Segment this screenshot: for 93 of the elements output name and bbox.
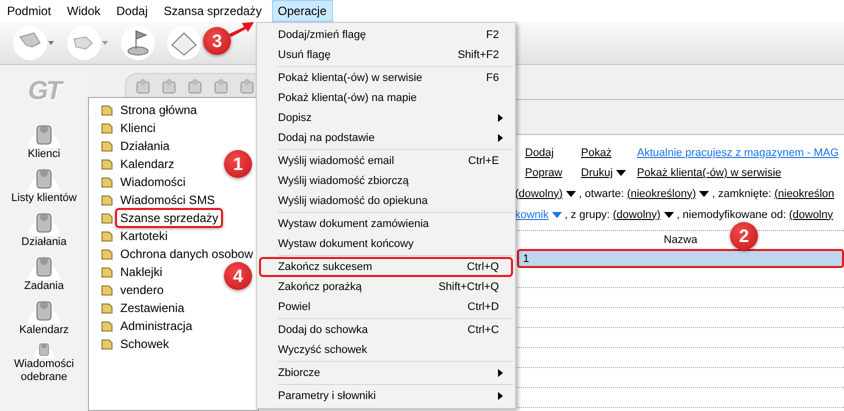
menu-item[interactable]: Pokaż klienta(-ów) na mapie bbox=[259, 88, 513, 108]
status-link[interactable]: Aktualnie pracujesz z magazynem - MAG bbox=[637, 147, 839, 159]
page-icon bbox=[100, 283, 114, 297]
logo: GT bbox=[28, 75, 60, 105]
tree-item[interactable]: Klienci bbox=[115, 118, 161, 138]
page-icon bbox=[100, 301, 114, 315]
page-icon bbox=[100, 229, 114, 243]
back-button[interactable] bbox=[12, 25, 56, 61]
menu-item[interactable]: Wystaw dokument zamówienia bbox=[259, 214, 513, 234]
page-icon bbox=[100, 103, 114, 117]
nav-button[interactable]: Zadania bbox=[1, 252, 87, 296]
tree-item[interactable]: Zestawienia bbox=[115, 298, 190, 318]
action-link[interactable]: Drukuj bbox=[581, 167, 637, 179]
menu-item[interactable]: Wystaw dokument końcowy bbox=[259, 234, 513, 254]
page-icon bbox=[100, 157, 114, 171]
menu-item[interactable]: Usuń flagę Shift+F2 bbox=[259, 45, 513, 65]
caret-icon bbox=[616, 170, 626, 176]
filter-value[interactable]: (dowolny) bbox=[612, 208, 674, 220]
menu-bar-item[interactable]: Operacje bbox=[272, 0, 332, 22]
page-icon bbox=[100, 211, 114, 225]
page-icon bbox=[100, 337, 114, 351]
menu-item[interactable]: Wyślij wiadomość zbiorczą bbox=[259, 171, 513, 191]
nav-button[interactable]: Działania bbox=[1, 208, 87, 252]
page-icon bbox=[100, 193, 114, 207]
tree-item[interactable]: vendero bbox=[115, 280, 169, 300]
filter-label: , otwarte: bbox=[578, 188, 624, 200]
filter-label: , niemodyfikowane od: bbox=[676, 208, 786, 220]
caret-icon bbox=[699, 190, 710, 196]
page-icon bbox=[100, 175, 114, 189]
menu-item[interactable]: Dodaj/zmień flagę F2 bbox=[259, 25, 513, 45]
page-icon bbox=[100, 247, 114, 261]
toolbar-icon[interactable] bbox=[212, 76, 230, 94]
page-icon bbox=[100, 265, 114, 279]
tree-item[interactable]: Wiadomości SMS bbox=[115, 190, 220, 210]
submenu-arrow-icon bbox=[498, 369, 503, 377]
submenu-arrow-icon bbox=[498, 392, 503, 400]
toolbar-icon[interactable] bbox=[160, 76, 178, 94]
forward-button[interactable] bbox=[66, 25, 110, 61]
toolbar-icon[interactable] bbox=[186, 76, 204, 94]
eraser-button[interactable] bbox=[166, 25, 202, 61]
action-link[interactable]: Dodaj bbox=[525, 147, 581, 159]
filter-label: , z grupy: bbox=[564, 208, 610, 220]
submenu-arrow-icon bbox=[498, 114, 503, 122]
menu-item[interactable]: Wyślij wiadomość do opiekuna bbox=[259, 191, 513, 211]
tree-item[interactable]: Szanse sprzedaży bbox=[115, 208, 224, 228]
menu-item[interactable]: Dodaj do schowka Ctrl+C bbox=[259, 320, 513, 340]
menu-item[interactable]: Pokaż klienta(-ów) w serwisie F6 bbox=[259, 68, 513, 88]
menu-item[interactable]: Zakończ porażką Shift+Ctrl+Q bbox=[259, 277, 513, 297]
tree-item[interactable]: Strona główna bbox=[115, 100, 202, 120]
filter-label: , zamknięte: bbox=[712, 188, 772, 200]
page-icon bbox=[100, 121, 114, 135]
filter-value[interactable]: (nieokreślony) bbox=[626, 188, 710, 200]
nav-button[interactable]: Klienci bbox=[1, 120, 87, 164]
tree-item[interactable]: Działania bbox=[115, 136, 175, 156]
tree-item[interactable]: Schowek bbox=[115, 334, 174, 354]
page-icon bbox=[100, 319, 114, 333]
action-link[interactable]: Popraw bbox=[525, 167, 581, 179]
menu-item[interactable]: Dopisz bbox=[259, 108, 513, 128]
table-row[interactable]: 1 bbox=[517, 249, 844, 268]
menu-bar-item[interactable]: Podmiot bbox=[1, 0, 58, 22]
nav-button[interactable]: Listy klientów bbox=[1, 164, 87, 208]
filter-value[interactable]: (nieokreślon bbox=[774, 188, 834, 200]
tree-item[interactable]: Wiadomości bbox=[115, 172, 191, 192]
filter-value[interactable]: (dowolny) bbox=[515, 188, 576, 200]
menu-bar-item[interactable]: Dodaj bbox=[110, 0, 154, 22]
menu-item[interactable]: Parametry i słowniki bbox=[259, 386, 513, 406]
tree-item[interactable]: Ochrona danych osobow bbox=[115, 244, 258, 264]
menu-item[interactable]: Dodaj na podstawie bbox=[259, 128, 513, 148]
caret-icon bbox=[664, 212, 674, 218]
menu-bar-item[interactable]: Widok bbox=[61, 0, 106, 22]
flag-button[interactable] bbox=[120, 25, 156, 61]
menu-item[interactable]: Zakończ sukcesem Ctrl+Q bbox=[259, 257, 513, 277]
tree-item[interactable]: Administracja bbox=[115, 316, 198, 336]
toolbar-icon[interactable] bbox=[134, 76, 152, 94]
menu-item[interactable]: Powiel Ctrl+D bbox=[259, 297, 513, 317]
filter-value[interactable]: (dowolny bbox=[789, 208, 834, 220]
tree-item[interactable]: Naklejki bbox=[115, 262, 168, 282]
menu-item[interactable]: Zbiorcze bbox=[259, 363, 513, 383]
menu-bar-item[interactable]: Szansa sprzedaży bbox=[158, 0, 268, 22]
submenu-arrow-icon bbox=[498, 134, 503, 142]
action-link[interactable]: Pokaż bbox=[581, 147, 637, 159]
menu-item[interactable]: Wyczyść schowek bbox=[259, 340, 513, 360]
page-icon bbox=[100, 139, 114, 153]
action-link[interactable]: Pokaż klienta(-ów) w serwisie bbox=[637, 167, 782, 179]
nav-button[interactable]: Wiadomości odebrane bbox=[1, 340, 87, 384]
caret-icon bbox=[566, 190, 576, 196]
toolbar-icon[interactable] bbox=[238, 76, 256, 94]
menu-item[interactable]: Wyślij wiadomość email Ctrl+E bbox=[259, 151, 513, 171]
tree-item[interactable]: Kalendarz bbox=[115, 154, 180, 174]
nav-button[interactable]: Kalendarz bbox=[1, 296, 87, 340]
column-header[interactable]: Nazwa bbox=[664, 231, 698, 249]
tree-item[interactable]: Kartoteki bbox=[115, 226, 173, 246]
caret-icon bbox=[552, 212, 562, 218]
